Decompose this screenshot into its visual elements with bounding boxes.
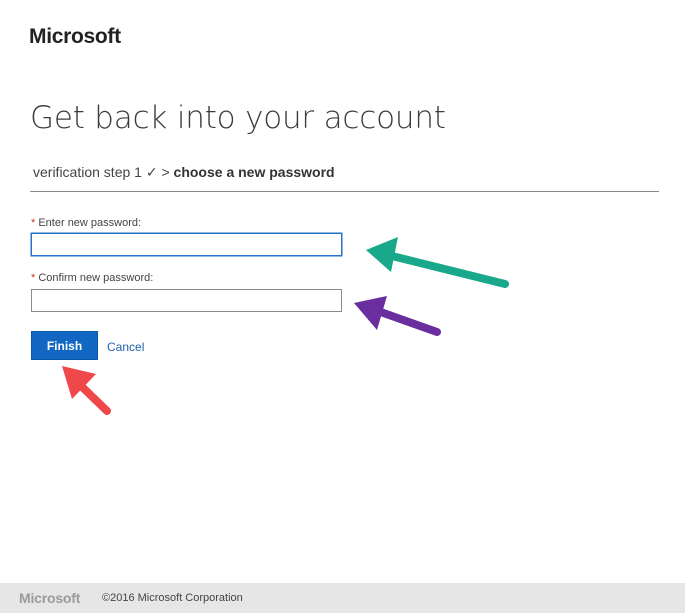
green-arrow-icon (366, 237, 509, 288)
confirm-password-input[interactable] (31, 289, 342, 312)
microsoft-logo: Microsoft (29, 25, 121, 48)
confirm-password-label-text: Confirm new password: (38, 272, 154, 284)
page-title: Get back into your account (30, 100, 446, 136)
footer: Microsoft ©2016 Microsoft Corporation (0, 583, 685, 613)
new-password-label-text: Enter new password: (38, 217, 142, 229)
required-marker: * (31, 272, 36, 284)
purple-arrow-icon (354, 296, 441, 336)
new-password-input[interactable] (31, 233, 342, 256)
new-password-label: * Enter new password: (31, 217, 141, 229)
finish-button[interactable]: Finish (31, 331, 98, 360)
footer-microsoft-logo: Microsoft (19, 590, 81, 606)
breadcrumb-divider (30, 191, 659, 192)
confirm-password-label: * Confirm new password: (31, 272, 153, 284)
footer-copyright: ©2016 Microsoft Corporation (102, 592, 243, 604)
required-marker: * (31, 217, 36, 229)
breadcrumb-separator: > (161, 164, 170, 180)
breadcrumb-current-step: choose a new password (173, 164, 335, 180)
cancel-link[interactable]: Cancel (107, 340, 144, 354)
red-arrow-icon (62, 366, 111, 415)
breadcrumb: verification step 1 ✓ > choose a new pas… (33, 164, 335, 181)
breadcrumb-completed-step: verification step 1 ✓ (33, 164, 158, 180)
